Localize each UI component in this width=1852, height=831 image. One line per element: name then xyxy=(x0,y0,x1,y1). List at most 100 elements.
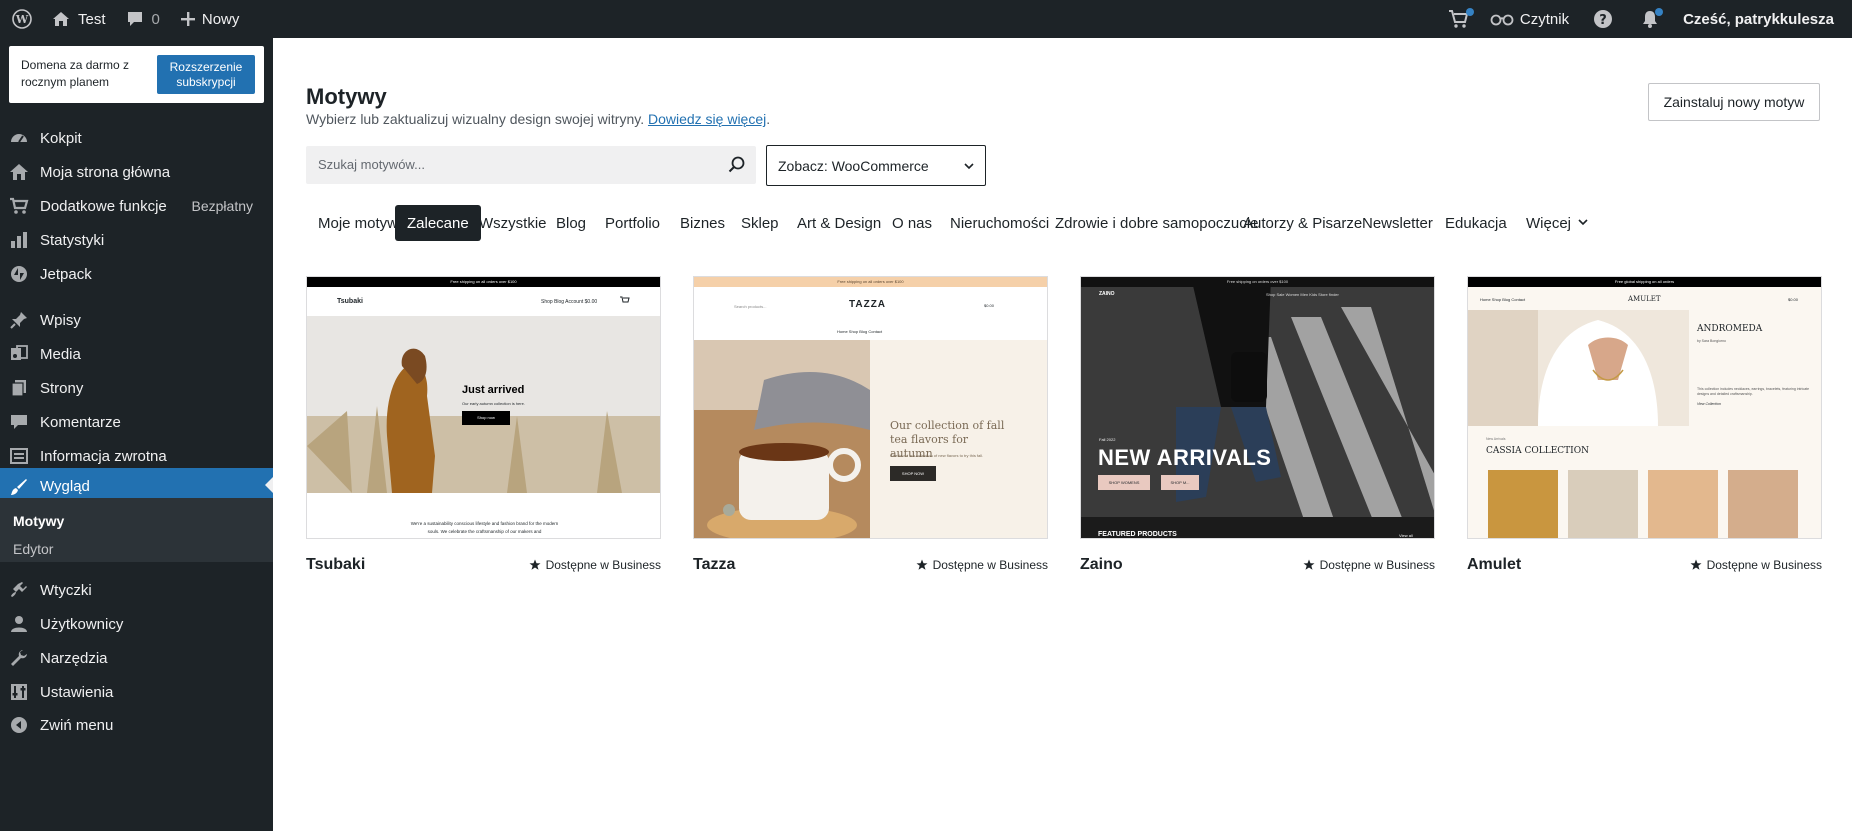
help-button[interactable]: ? xyxy=(1579,0,1627,38)
new-label: Nowy xyxy=(201,10,240,28)
theme-card-amulet[interactable]: Free global shipping on all orders Home … xyxy=(1467,276,1822,573)
theme-card-zaino[interactable]: Free shipping on orders over $100 ZAINO … xyxy=(1080,276,1435,573)
preview-cart: $0.00 xyxy=(1788,297,1799,302)
theme-name[interactable]: Amulet xyxy=(1467,556,1521,574)
badge-label: Dostępne w Business xyxy=(1706,558,1822,572)
sidebar-item-stats[interactable]: Statystyki xyxy=(0,223,273,257)
filter-dropdown[interactable]: Zobacz: WooCommerce xyxy=(766,145,986,186)
sidebar-item-pages[interactable]: Strony xyxy=(0,371,273,405)
business-badge: Dostępne w Business xyxy=(1690,558,1822,572)
svg-text:W: W xyxy=(15,13,29,26)
sidebar-item-plugins[interactable]: Wtyczki xyxy=(0,573,273,607)
preview-blurb: This collection includes necklaces, earr… xyxy=(1697,387,1810,396)
plus-icon xyxy=(180,11,196,27)
pages-icon xyxy=(9,378,29,398)
theme-card-tazza[interactable]: Free shipping on all orders over $100 Se… xyxy=(693,276,1048,573)
preview-byline: by Sara Bongiorno xyxy=(1697,339,1726,343)
sidebar-item-label: Komentarze xyxy=(40,413,121,431)
sidebar-item-collapse[interactable]: Zwiń menu xyxy=(0,708,273,742)
preview-nav: Shop Sale Women Men Kids Store finder xyxy=(1266,292,1339,297)
new-content-link[interactable]: Nowy xyxy=(170,0,250,38)
sidebar-item-posts[interactable]: Wpisy xyxy=(0,303,273,337)
sidebar-item-tools[interactable]: Narzędzia xyxy=(0,641,273,675)
preview-logo: ZAINO xyxy=(1099,291,1115,297)
learn-more-link[interactable]: Dowiedz się więcej xyxy=(648,111,766,127)
wrench-icon xyxy=(9,648,29,668)
svg-text:?: ? xyxy=(1599,13,1607,28)
brush-icon xyxy=(9,477,29,497)
tab-art-design[interactable]: Art & Design xyxy=(785,205,893,241)
wordpress-logo-icon[interactable]: W xyxy=(0,0,42,38)
theme-name[interactable]: Tsubaki xyxy=(306,556,365,574)
theme-search-input[interactable]: Szukaj motywów... xyxy=(306,146,756,184)
admin-bar: W Test 0 Nowy Czytnik ? Cześć, patrykkul… xyxy=(0,0,1852,38)
preview-nav: Home Shop Blog Contact xyxy=(837,329,883,334)
badge-label: Dostępne w Business xyxy=(545,558,661,572)
comments-link[interactable]: 0 xyxy=(116,0,170,38)
preview-nav: Home Shop Blog Contact xyxy=(1480,297,1526,302)
submenu-item-editor[interactable]: Edytor xyxy=(13,541,53,557)
sidebar-item-label: Wtyczki xyxy=(40,581,92,599)
tab-shop[interactable]: Sklep xyxy=(729,205,791,241)
account-menu[interactable]: Cześć, patrykkulesza xyxy=(1673,0,1844,38)
upgrade-subscription-button[interactable]: Rozszerzenie subskrypcji xyxy=(157,55,255,94)
tab-about[interactable]: O nas xyxy=(880,205,944,241)
theme-preview-zaino[interactable]: Free shipping on orders over $100 ZAINO … xyxy=(1080,276,1435,539)
sidebar-item-kokpit[interactable]: Kokpit xyxy=(0,121,273,155)
theme-name[interactable]: Tazza xyxy=(693,556,735,574)
sidebar-item-media[interactable]: Media xyxy=(0,337,273,371)
site-name-link[interactable]: Test xyxy=(42,0,116,38)
sidebar-item-jetpack[interactable]: Jetpack xyxy=(0,257,273,291)
badge-label: Dostępne w Business xyxy=(1319,558,1435,572)
tab-portfolio[interactable]: Portfolio xyxy=(593,205,672,241)
theme-preview-tsubaki[interactable]: Free shipping on all orders over $100 Ts… xyxy=(306,276,661,539)
admin-sidebar: Domena za darmo z rocznym planem Rozszer… xyxy=(0,38,273,831)
sidebar-item-users[interactable]: Użytkownicy xyxy=(0,607,273,641)
feedback-icon xyxy=(9,446,29,466)
bar-chart-icon xyxy=(9,230,29,250)
sidebar-item-add-ons[interactable]: Dodatkowe funkcje Bezpłatny xyxy=(0,189,273,223)
notifications-button[interactable] xyxy=(1627,0,1673,38)
preview-hero-image xyxy=(694,340,870,538)
preview-cta-women: SHOP WOMENS xyxy=(1098,475,1150,490)
preview-kicker: Fall 2022 xyxy=(1099,437,1116,442)
preview-cta: SHOP NOW xyxy=(890,466,936,481)
preview-headline: Just arrived xyxy=(462,384,525,396)
dashboard-icon xyxy=(9,128,29,148)
theme-preview-tazza[interactable]: Free shipping on all orders over $100 Se… xyxy=(693,276,1048,539)
tab-education[interactable]: Edukacja xyxy=(1433,205,1519,241)
search-icon[interactable] xyxy=(728,156,746,179)
sidebar-item-label: Media xyxy=(40,345,81,363)
preview-product-1 xyxy=(1488,470,1558,538)
reader-link[interactable]: Czytnik xyxy=(1480,0,1579,38)
preview-search: Search products... xyxy=(734,304,767,309)
install-new-theme-button[interactable]: Zainstaluj nowy motyw xyxy=(1648,83,1820,121)
tab-blog[interactable]: Blog xyxy=(544,205,598,241)
tab-business[interactable]: Biznes xyxy=(668,205,737,241)
tab-newsletter[interactable]: Newsletter xyxy=(1350,205,1445,241)
tab-more[interactable]: Więcej xyxy=(1514,205,1601,241)
chevron-down-icon xyxy=(963,159,975,177)
media-icon xyxy=(9,344,29,364)
sidebar-item-settings[interactable]: Ustawienia xyxy=(0,675,273,709)
star-icon xyxy=(916,559,928,570)
cart-link[interactable] xyxy=(1438,0,1480,38)
sidebar-item-label: Wpisy xyxy=(40,311,81,329)
promo-text: Domena za darmo z rocznym planem xyxy=(21,58,130,89)
cart-notification-dot xyxy=(1465,8,1474,16)
business-badge: Dostępne w Business xyxy=(1303,558,1435,572)
theme-card-tsubaki[interactable]: Free shipping on all orders over $100 Ts… xyxy=(306,276,661,573)
theme-preview-amulet[interactable]: Free global shipping on all orders Home … xyxy=(1467,276,1822,539)
users-icon xyxy=(9,614,29,634)
star-icon xyxy=(1690,559,1702,570)
theme-name[interactable]: Zaino xyxy=(1080,556,1123,574)
preview-logo: AMULET xyxy=(1628,295,1661,303)
plugin-icon xyxy=(9,580,29,600)
sidebar-item-my-home[interactable]: Moja strona główna xyxy=(0,155,273,189)
settings-icon xyxy=(9,682,29,702)
sidebar-item-label: Jetpack xyxy=(40,265,92,283)
sidebar-item-comments[interactable]: Komentarze xyxy=(0,405,273,439)
submenu-item-themes[interactable]: Motywy xyxy=(13,513,64,529)
preview-product-3 xyxy=(1648,470,1718,538)
preview-product-2 xyxy=(1568,470,1638,538)
